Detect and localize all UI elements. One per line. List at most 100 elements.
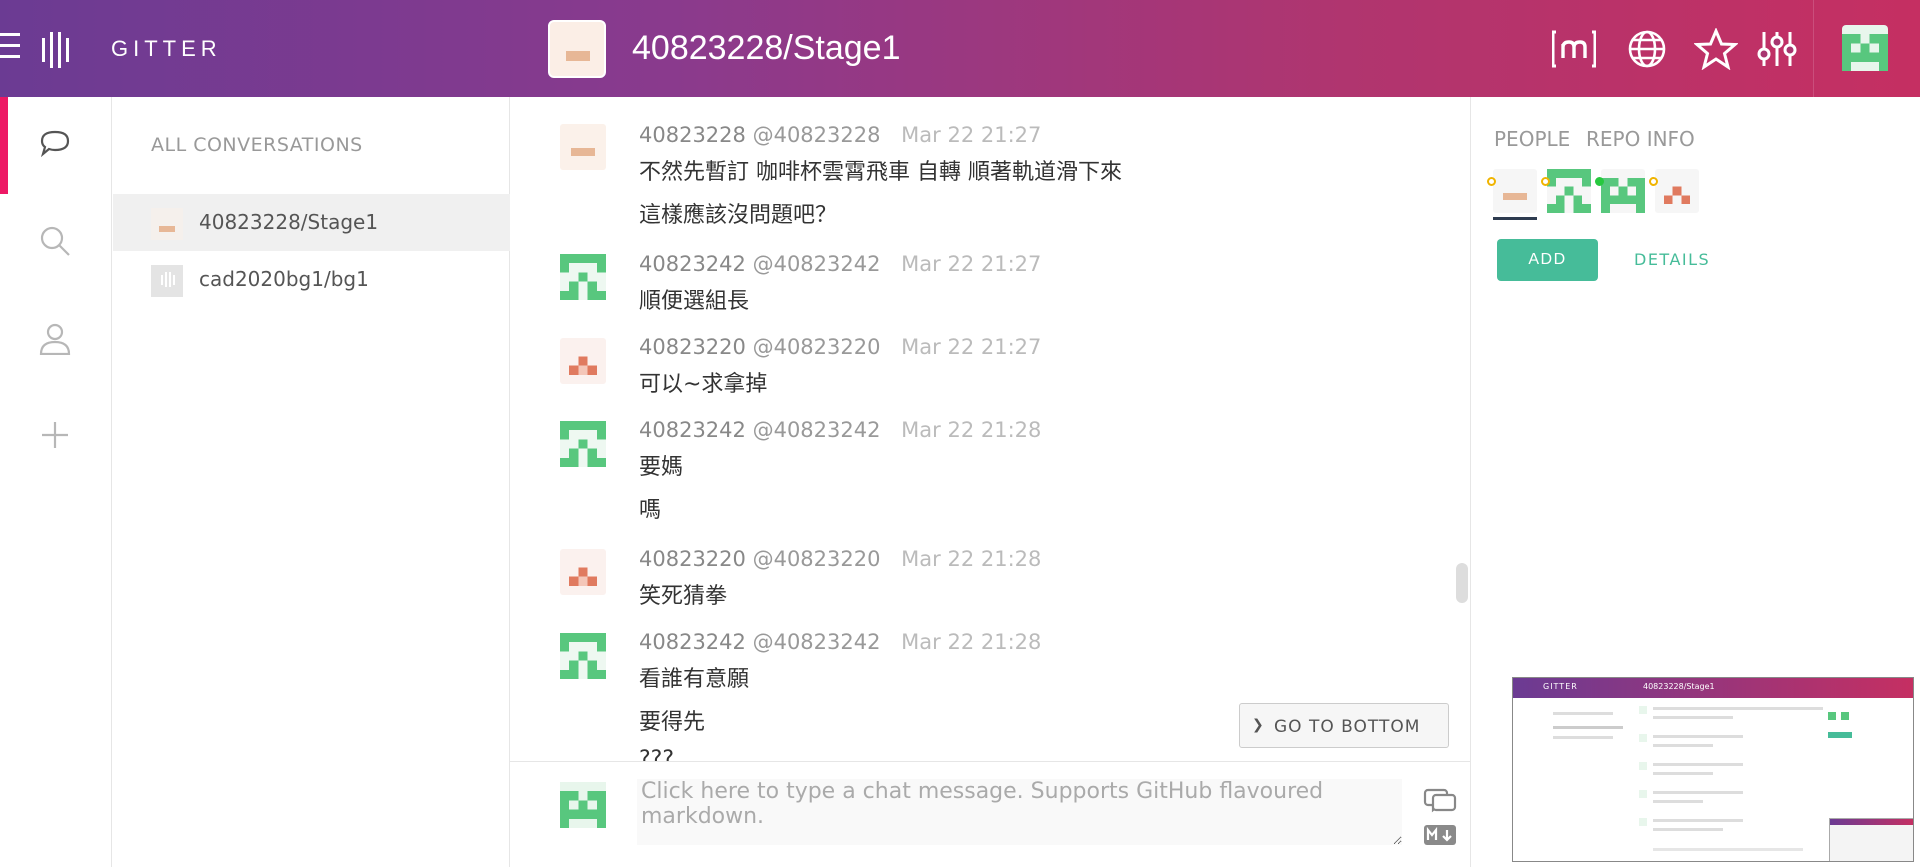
message-avatar[interactable]	[560, 338, 606, 384]
thumbnail-avatar	[1828, 712, 1836, 720]
tab-people[interactable]: PEOPLE	[1494, 127, 1570, 151]
star-icon[interactable]	[1693, 27, 1739, 71]
timestamp[interactable]: Mar 22 21:27	[901, 252, 1041, 276]
thumbnail-line	[1653, 763, 1743, 766]
thumbnail-avatar	[1639, 706, 1647, 714]
add-people-button[interactable]: ADD	[1497, 239, 1598, 281]
chat-messages[interactable]: 40823228 @40823228 Mar 22 21:27 不然先暫訂 咖啡…	[510, 97, 1470, 761]
status-dot	[1649, 177, 1658, 186]
scrollbar-thumb[interactable]	[1456, 563, 1468, 603]
chat-input[interactable]	[637, 779, 1402, 845]
message-header: 40823242 @40823242 Mar 22 21:27	[639, 252, 1041, 276]
status-dot	[1487, 177, 1496, 186]
chevron-down-icon: ❯	[1252, 717, 1265, 733]
menu-icon[interactable]	[0, 33, 20, 63]
thumbnail-line	[1653, 819, 1743, 822]
chat-bubble-icon[interactable]	[38, 127, 72, 161]
user-avatar[interactable]	[1842, 25, 1888, 71]
message-text: 要媽	[639, 455, 684, 480]
thumbnail-title: 40823228/Stage1	[1643, 682, 1715, 691]
person-avatar[interactable]	[1595, 169, 1645, 213]
message-avatar[interactable]	[560, 254, 606, 300]
screen-thumbnail: GITTER 40823228/Stage1	[1512, 677, 1914, 862]
timestamp[interactable]: Mar 22 21:28	[901, 418, 1041, 442]
message-text: 順便選組長	[639, 289, 750, 314]
person-avatar[interactable]	[1487, 169, 1537, 220]
display-name[interactable]: 40823228	[639, 123, 746, 147]
search-icon[interactable]	[38, 224, 72, 258]
person-avatar[interactable]	[1541, 169, 1591, 213]
top-header: GITTER 40823228/Stage1	[0, 0, 1920, 97]
thumbnail-line	[1653, 744, 1713, 747]
thumbnail-line	[1653, 800, 1703, 803]
settings-sliders-icon[interactable]	[1756, 28, 1798, 70]
thumbnail-line	[1553, 736, 1613, 739]
status-dot	[1595, 177, 1604, 186]
timestamp[interactable]: Mar 22 21:28	[901, 630, 1041, 654]
message-text: 嗎	[639, 498, 662, 523]
username[interactable]: @40823220	[753, 547, 881, 571]
details-link[interactable]: DETAILS	[1634, 250, 1710, 269]
username[interactable]: @40823242	[753, 630, 881, 654]
message-text: ???	[639, 747, 675, 761]
globe-icon[interactable]	[1627, 28, 1667, 70]
timestamp[interactable]: Mar 22 21:27	[901, 123, 1041, 147]
person-icon[interactable]	[38, 321, 72, 356]
gitter-logo-icon[interactable]	[42, 32, 72, 68]
display-name[interactable]: 40823242	[639, 630, 746, 654]
timestamp[interactable]: Mar 22 21:28	[901, 547, 1041, 571]
thumbnail-avatar	[1639, 734, 1647, 742]
thumbnail-line	[1653, 716, 1733, 719]
thumbnail-avatar	[1639, 818, 1647, 826]
thumbnail-line	[1653, 791, 1743, 794]
message-text: 可以~求拿掉	[639, 372, 768, 397]
plus-icon[interactable]	[38, 418, 72, 452]
thumbnail-line	[1828, 732, 1852, 738]
composer-avatar	[560, 782, 606, 828]
thumbnail-avatar	[1639, 790, 1647, 798]
display-name[interactable]: 40823242	[639, 418, 746, 442]
go-to-bottom-button[interactable]: ❯ GO TO BOTTOM	[1239, 703, 1449, 748]
thumbnail-line	[1653, 772, 1713, 775]
thumbnail-line	[1553, 712, 1613, 715]
username[interactable]: @40823242	[753, 418, 881, 442]
tab-repo-info[interactable]: REPO INFO	[1586, 127, 1695, 151]
person-avatar[interactable]	[1649, 169, 1699, 213]
conversation-item-stage1[interactable]: 40823228/Stage1	[113, 194, 510, 251]
conversation-item-bg1[interactable]: cad2020bg1/bg1	[113, 251, 510, 308]
display-name[interactable]: 40823220	[639, 335, 746, 359]
message-avatar[interactable]	[560, 421, 606, 467]
username[interactable]: @40823242	[753, 252, 881, 276]
message-text: 笑死猜拳	[639, 584, 728, 609]
message-avatar[interactable]	[560, 124, 606, 170]
thumbnail-brand: GITTER	[1543, 682, 1578, 691]
left-rail	[0, 97, 112, 867]
status-dot	[1541, 177, 1550, 186]
message-text: 要得先	[639, 710, 706, 735]
thumbnail-line	[1653, 848, 1803, 851]
message-header: 40823242 @40823242 Mar 22 21:28	[639, 418, 1041, 442]
markdown-icon[interactable]	[1423, 824, 1457, 846]
message-avatar[interactable]	[560, 549, 606, 595]
chat-bubbles-icon[interactable]	[1423, 787, 1457, 815]
message-composer	[510, 761, 1470, 867]
timestamp[interactable]: Mar 22 21:27	[901, 335, 1041, 359]
display-name[interactable]: 40823242	[639, 252, 746, 276]
thumbnail-line	[1553, 726, 1623, 729]
conversation-label: cad2020bg1/bg1	[199, 267, 369, 291]
conversation-avatar	[151, 208, 183, 240]
brand-name: GITTER	[111, 36, 222, 61]
thumbnail-line	[1653, 707, 1823, 710]
display-name[interactable]: 40823220	[639, 547, 746, 571]
thumbnail-inset	[1829, 818, 1913, 861]
thumbnail-line	[1653, 735, 1743, 738]
conversation-list: ALL CONVERSATIONS 40823228/Stage1 cad202…	[113, 97, 510, 867]
room-avatar	[548, 20, 606, 78]
username[interactable]: @40823228	[753, 123, 881, 147]
message-header: 40823220 @40823220 Mar 22 21:27	[639, 335, 1041, 359]
matrix-icon[interactable]	[1551, 28, 1597, 70]
username[interactable]: @40823220	[753, 335, 881, 359]
message-header: 40823220 @40823220 Mar 22 21:28	[639, 547, 1041, 571]
conversations-title: ALL CONVERSATIONS	[151, 134, 363, 156]
message-avatar[interactable]	[560, 633, 606, 679]
